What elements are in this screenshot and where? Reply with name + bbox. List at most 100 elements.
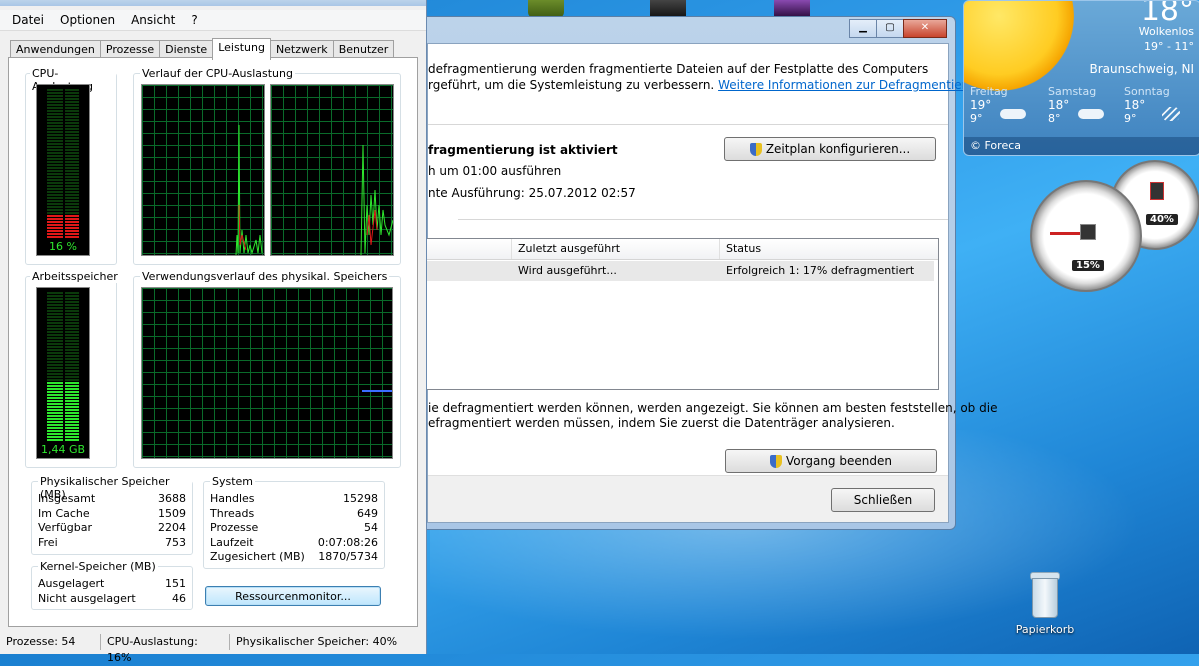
row-last-run: Wird ausgeführt... <box>518 264 617 277</box>
stat-label: Verfügbar <box>38 521 93 534</box>
stat-label: Insgesamt <box>38 492 96 505</box>
kernel-memory-group: Kernel-Speicher (MB) Ausgelagert 151 Nich… <box>31 560 193 610</box>
stat-label: Im Cache <box>38 507 90 520</box>
stat-label: Frei <box>38 536 58 549</box>
stat-value: 46 <box>172 592 186 605</box>
stat-row: Verfügbar 2204 <box>38 521 186 534</box>
task-manager-window[interactable]: Datei Optionen Ansicht ? Anwendungen Pro… <box>0 0 427 664</box>
cpu-gauge[interactable]: 15% <box>1030 180 1142 292</box>
cpu-gauge-value: 15% <box>1072 260 1104 271</box>
stat-label: Laufzeit <box>210 536 254 549</box>
cpu-core1-trace <box>235 124 263 255</box>
stat-value: 1509 <box>158 507 186 520</box>
stat-row: Nicht ausgelagert 46 <box>38 592 186 605</box>
intro-line-2: rgeführt, um die Systemleistung zu verbe… <box>428 78 989 92</box>
maximize-button[interactable]: ▢ <box>876 19 904 38</box>
memory-history-title: Verwendungsverlauf des physikal. Speiche… <box>140 270 390 283</box>
cpu-usage-group: CPU-Auslastung 16 % <box>25 67 117 265</box>
minimize-button[interactable]: ▁ <box>849 19 877 38</box>
close-window-button[interactable]: ✕ <box>903 19 947 38</box>
stat-label: Zugesichert (MB) <box>210 550 305 563</box>
memory-title: Arbeitsspeicher <box>30 270 120 283</box>
cpu-usage-fill <box>47 215 79 239</box>
stat-row: Threads 649 <box>210 507 378 520</box>
stat-label: Nicht ausgelagert <box>38 592 136 605</box>
menu-options[interactable]: Optionen <box>52 13 123 27</box>
recycle-bin-label: Papierkorb <box>1015 623 1075 636</box>
cpu-history-graph-core1 <box>141 84 265 256</box>
recycle-bin-icon[interactable] <box>1026 572 1062 618</box>
memory-trace <box>362 390 392 392</box>
intro-line-1: defragmentierung werden fragmentierte Da… <box>428 62 929 76</box>
configure-schedule-button[interactable]: Zeitplan konfigurieren... <box>724 137 936 161</box>
current-temperature: 18° <box>1140 0 1194 28</box>
cpu-usage-meter: 16 % <box>36 84 90 256</box>
physical-memory-group: Physikalischer Speicher (MB) Insgesamt 36… <box>31 475 193 555</box>
forecast-row: Freitag 19° 9° Samstag 18° 8° Sonntag 18… <box>966 85 1196 135</box>
memory-fill <box>47 382 79 442</box>
stat-row: Ausgelagert 151 <box>38 577 186 590</box>
sun-icon <box>964 1 1074 91</box>
statusbar: Prozesse: 54 CPU-Auslastung: 16% Physika… <box>0 630 426 664</box>
column-status[interactable]: Status <box>719 239 938 259</box>
status-cpu: CPU-Auslastung: 16% <box>101 634 230 664</box>
schedule-line-2: nte Ausführung: 25.07.2012 02:57 <box>428 186 636 200</box>
stat-label: Handles <box>210 492 255 505</box>
stat-row: Zugesichert (MB) 1870/5734 <box>210 550 378 563</box>
memory-chip-icon <box>1150 182 1164 200</box>
configure-schedule-label: Zeitplan konfigurieren... <box>765 142 911 156</box>
intro-text: rgeführt, um die Systemleistung zu verbe… <box>428 78 715 92</box>
status-processes: Prozesse: 54 <box>0 634 101 650</box>
hint-line-1: ie defragmentiert werden können, werden … <box>428 401 998 415</box>
stat-value: 151 <box>165 577 186 590</box>
menu-help[interactable]: ? <box>183 13 205 27</box>
forecast-day-name: Samstag <box>1048 85 1097 98</box>
stat-label: Threads <box>210 507 255 520</box>
close-button[interactable]: Schließen <box>831 488 935 512</box>
forecast-day-name: Sonntag <box>1124 85 1170 98</box>
stat-value: 1870/5734 <box>318 550 378 563</box>
defrag-window[interactable]: ▁ ▢ ✕ defragmentierung werden fragmentie… <box>418 16 997 530</box>
city-name: Braunschweig, NI <box>1089 62 1194 76</box>
forecast-day: Sonntag 18° 9° <box>1124 85 1196 125</box>
schedule-line-1: h um 01:00 ausführen <box>428 164 562 178</box>
rain-icon <box>1162 107 1180 121</box>
cloud-icon <box>1000 109 1026 119</box>
system-title: System <box>210 475 256 488</box>
cpu-chip-icon <box>1080 224 1096 240</box>
divider <box>428 124 948 125</box>
memory-value: 1,44 GB <box>40 443 86 456</box>
weather-provider[interactable]: © Foreca <box>964 137 1199 155</box>
list-header: Zuletzt ausgeführt Status <box>427 239 938 260</box>
volume-list[interactable]: Zuletzt ausgeführt Status Wird ausgeführ… <box>426 238 939 390</box>
defrag-client: defragmentierung werden fragmentierte Da… <box>426 43 997 523</box>
tab-performance[interactable]: Leistung <box>212 38 271 60</box>
stat-value: 649 <box>357 507 378 520</box>
performance-panel: CPU-Auslastung 16 % Verlauf der CPU-Ausl… <box>8 57 418 627</box>
stat-row: Frei 753 <box>38 536 186 549</box>
weather-gadget[interactable]: 18° Wolkenlos 19° - 11° Braunschweig, NI… <box>963 0 1199 156</box>
table-row[interactable]: Wird ausgeführt... Erfolgreich 1: 17% de… <box>427 261 934 281</box>
defrag-info-link[interactable]: Weitere Informationen zur Defragmentieru… <box>718 78 989 92</box>
menu-file[interactable]: Datei <box>4 13 52 27</box>
memory-history-group: Verwendungsverlauf des physikal. Speiche… <box>133 270 401 468</box>
title-strip <box>0 0 426 6</box>
menu-view[interactable]: Ansicht <box>123 13 183 27</box>
hint-line-2: efragmentiert werden müssen, indem Sie z… <box>428 416 895 430</box>
resource-monitor-button[interactable]: Ressourcenmonitor... <box>205 586 381 606</box>
forecast-high: 18° <box>1124 98 1146 112</box>
cpu-core2-trace <box>360 144 393 255</box>
column-last-run[interactable]: Zuletzt ausgeführt <box>511 239 714 259</box>
stat-value: 0:07:08:26 <box>317 536 378 549</box>
stat-value: 15298 <box>343 492 378 505</box>
memory-gauge-value: 40% <box>1146 214 1178 225</box>
cpu-history-graph-core2 <box>270 84 394 256</box>
stat-row: Handles 15298 <box>210 492 378 505</box>
shield-icon <box>749 142 762 156</box>
forecast-day-name: Freitag <box>970 85 1008 98</box>
stat-value: 54 <box>364 521 378 534</box>
system-group: System Handles 15298 Threads 649 Prozesse 5… <box>203 475 385 569</box>
stop-operation-button[interactable]: Vorgang beenden <box>725 449 937 473</box>
gauge-needle <box>1050 232 1084 235</box>
stat-row: Laufzeit 0:07:08:26 <box>210 536 378 549</box>
